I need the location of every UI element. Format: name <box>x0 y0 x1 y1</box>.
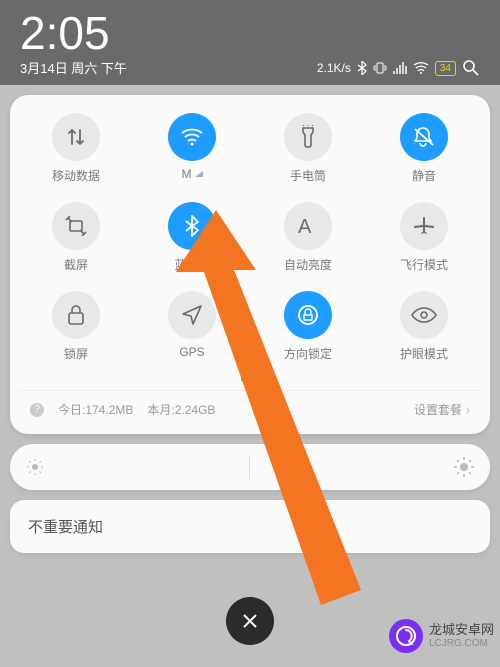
qs-tile-label: 手电筒 <box>290 167 326 184</box>
qs-tile-airplane[interactable]: 飞行模式 <box>366 202 482 273</box>
vibrate-status-icon <box>373 62 387 74</box>
wifi-icon <box>168 113 216 161</box>
qs-tile-rotation[interactable]: 方向锁定 <box>250 291 366 362</box>
qs-tile-eye[interactable]: 护眼模式 <box>366 291 482 362</box>
watermark-title: 龙城安卓网 <box>429 622 494 638</box>
mobile-data-icon <box>52 113 100 161</box>
mute-icon <box>400 113 448 161</box>
clock-time: 2:05 <box>20 10 127 56</box>
clock-date: 3月14日 周六 下午 <box>20 58 127 77</box>
quick-settings-panel: 移动数据 M 手电筒 静音截屏 蓝牙 A 自动亮度 飞行模式锁屏 GPS 方向锁定 护眼模式 ? 今… <box>10 95 490 434</box>
svg-text:A: A <box>298 216 312 237</box>
battery-indicator: 34 <box>435 61 456 76</box>
qs-tile-label: 护眼模式 <box>400 345 448 362</box>
bluetooth-icon <box>168 202 216 250</box>
qs-tile-mobile-data[interactable]: 移动数据 <box>18 113 134 184</box>
unimportant-notifications[interactable]: 不重要通知 <box>10 500 490 553</box>
search-icon[interactable] <box>462 59 480 77</box>
qs-tile-label: GPS <box>179 345 204 359</box>
qs-tile-auto-bright[interactable]: A 自动亮度 <box>250 202 366 273</box>
qs-tile-screenshot[interactable]: 截屏 <box>18 202 134 273</box>
qs-tile-label: 移动数据 <box>52 167 100 184</box>
watermark-logo-icon <box>389 619 423 653</box>
wifi-status-icon <box>413 62 429 74</box>
qs-tile-label: 蓝牙 <box>174 256 209 273</box>
info-icon: ? <box>30 403 44 417</box>
watermark-url: LCJRG.COM <box>429 638 494 650</box>
data-today: 今日:174.2MB <box>58 401 133 418</box>
watermark: 龙城安卓网 LCJRG.COM <box>389 619 494 653</box>
qs-tile-flashlight[interactable]: 手电筒 <box>250 113 366 184</box>
brightness-high-icon <box>454 457 474 477</box>
gps-icon <box>168 291 216 339</box>
qs-tile-gps[interactable]: GPS <box>134 291 250 362</box>
close-icon <box>242 613 258 629</box>
flashlight-icon <box>284 113 332 161</box>
airplane-icon <box>400 202 448 250</box>
signal-status-icon <box>393 62 407 74</box>
qs-tile-label: 自动亮度 <box>284 256 332 273</box>
data-month: 本月:2.24GB <box>147 401 215 418</box>
qs-tile-mute[interactable]: 静音 <box>366 113 482 184</box>
eye-icon <box>400 291 448 339</box>
page-indicator <box>18 376 482 382</box>
close-button[interactable] <box>226 597 274 645</box>
net-speed: 2.1K/s <box>317 61 351 75</box>
qs-tile-lock[interactable]: 锁屏 <box>18 291 134 362</box>
qs-tile-label: 方向锁定 <box>284 345 332 362</box>
bluetooth-status-icon <box>357 61 367 75</box>
screenshot-icon <box>52 202 100 250</box>
qs-tile-bluetooth[interactable]: 蓝牙 <box>134 202 250 273</box>
rotation-icon <box>284 291 332 339</box>
qs-tile-label: 锁屏 <box>64 345 88 362</box>
qs-tile-label: 截屏 <box>64 256 88 273</box>
qs-tile-label: M <box>182 167 203 181</box>
qs-tile-label: 飞行模式 <box>400 256 448 273</box>
data-usage-row[interactable]: ? 今日:174.2MB 本月:2.24GB 设置套餐 › <box>18 390 482 428</box>
notif-label: 不重要通知 <box>28 519 103 536</box>
qs-tile-label: 静音 <box>412 167 436 184</box>
brightness-low-icon <box>26 458 44 476</box>
chevron-right-icon: › <box>466 403 470 417</box>
auto-bright-icon: A <box>284 202 332 250</box>
qs-tile-wifi[interactable]: M <box>134 113 250 184</box>
lock-icon <box>52 291 100 339</box>
data-plan: 设置套餐 <box>414 401 462 418</box>
brightness-slider[interactable] <box>10 444 490 490</box>
